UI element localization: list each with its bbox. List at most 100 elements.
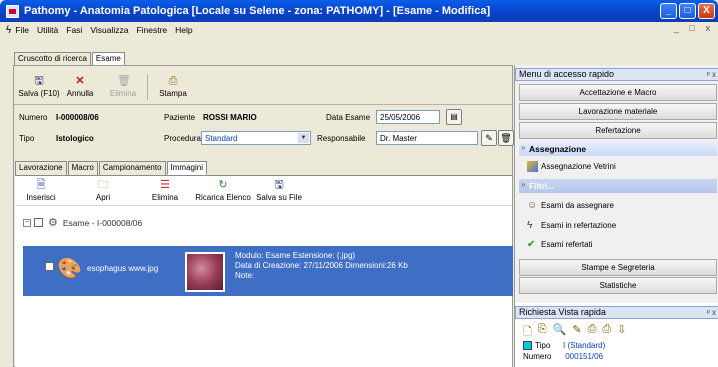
save-to-file-button[interactable]: 🖫 Salva su File xyxy=(253,179,305,203)
tab-campionamento[interactable]: Campionamento xyxy=(98,161,166,175)
print-icon[interactable]: ⎙ xyxy=(588,323,597,342)
quick-view-numero: Numero 000151/06 xyxy=(523,352,604,361)
floppy-icon: 🖫 xyxy=(34,75,44,87)
floppy-icon: 🖫 xyxy=(274,179,284,191)
exam-icon: ⚙ xyxy=(48,217,58,229)
open-image-button[interactable]: 🗀 Apri xyxy=(83,179,123,203)
delete-list-icon: ☰ xyxy=(160,179,170,191)
delete-responsabile-button[interactable]: 🗑 xyxy=(498,130,514,146)
procedura-label: Procedura xyxy=(164,134,201,143)
printer-icon: ⎙ xyxy=(168,75,178,87)
minimize-button[interactable]: _ xyxy=(660,3,677,19)
numero-value: I-000008/06 xyxy=(56,113,99,122)
folder-icon: 🗀 xyxy=(97,179,109,191)
responsabile-label: Responsabile xyxy=(317,134,366,143)
nav-stampe[interactable]: Stampe e Segreteria xyxy=(519,259,717,276)
export-icon[interactable]: ⇩ xyxy=(617,323,626,342)
app-menu-icon[interactable]: ϟ xyxy=(6,25,11,36)
procedura-select[interactable]: Standard ▼ xyxy=(201,131,311,145)
color-swatch xyxy=(523,341,532,350)
filter-esami-in-refertazione[interactable]: ϟ Esami in refertazione xyxy=(527,220,616,231)
quick-menu-header: Menu di accesso rapido ᵖ x xyxy=(515,68,718,81)
menu-utilita[interactable]: Utilità xyxy=(37,25,58,35)
calendar-icon: ▤ xyxy=(450,112,458,121)
tab-cruscotto[interactable]: Cruscotto di ricerca xyxy=(14,52,91,65)
exam-sub-tabs: Lavorazione Macro Campionamento Immagini xyxy=(15,161,208,175)
delete-button[interactable]: 🗑 Elimina xyxy=(100,75,146,99)
numero-label: Numero xyxy=(19,113,48,122)
group-assegnazione[interactable]: Assegnazione xyxy=(519,141,717,156)
close-button[interactable]: X xyxy=(698,3,715,19)
pin-icon[interactable]: ᵖ x xyxy=(707,69,716,80)
group-filtri[interactable]: Filtri... xyxy=(519,178,717,193)
document-tabs: Cruscotto di ricerca Esame xyxy=(14,52,126,65)
x-icon: ✕ xyxy=(75,75,85,87)
quick-view-tipo: Tipo I (Standard) xyxy=(523,341,605,350)
responsabile-input[interactable]: Dr. Master xyxy=(376,131,478,145)
image-info: Modulo: Esame Estensione: (.jpg) Data di… xyxy=(235,251,408,280)
image-checkbox[interactable] xyxy=(45,262,54,271)
tab-immagini[interactable]: Immagini xyxy=(166,161,207,175)
window-title: Pathomy - Anatomia Patologica [Locale su… xyxy=(24,5,491,17)
lightning-icon: ϟ xyxy=(527,220,533,231)
quick-access-pane: Menu di accesso rapido ᵖ x Accettazione … xyxy=(514,65,718,367)
menu-bar: ϟ File Utilità Fasi Visualizza Finestre … xyxy=(0,22,718,38)
menu-visualizza[interactable]: Visualizza xyxy=(90,25,128,35)
reload-icon: ↻ xyxy=(218,179,228,191)
paziente-value: ROSSI MARIO xyxy=(203,113,257,122)
calendar-button[interactable]: ▤ xyxy=(446,109,462,125)
image-filename: esophagus www.jpg xyxy=(87,264,159,273)
pin-icon[interactable]: ᵖ x xyxy=(707,307,716,318)
tree-root[interactable]: − ⚙ Esame - I-000008/06 xyxy=(23,216,142,229)
quick-view-panel: Richiesta Vista rapida ᵖ x 🗋 ⎘ 🔍 ✎ ⎙ ⎙ ⇩… xyxy=(515,303,718,367)
edit-doc-icon[interactable]: ✎ xyxy=(572,323,581,342)
new-doc-icon[interactable]: 🗋 xyxy=(523,323,532,342)
nav-statistiche[interactable]: Statistiche xyxy=(519,277,717,294)
maximize-button[interactable]: □ xyxy=(679,3,696,19)
menu-help[interactable]: Help xyxy=(175,25,192,35)
quick-view-toolbar: 🗋 ⎘ 🔍 ✎ ⎙ ⎙ ⇩ xyxy=(523,323,626,342)
expand-toggle[interactable]: − xyxy=(23,218,31,227)
menu-file[interactable]: File xyxy=(15,25,29,35)
trash-icon: 🗑 xyxy=(117,75,131,87)
search-doc-icon[interactable]: 🔍 xyxy=(553,323,567,342)
delete-image-button[interactable]: ☰ Elimina xyxy=(145,179,185,203)
app-icon xyxy=(6,4,19,18)
palette-icon: 🎨 xyxy=(57,258,82,280)
quick-view-header: Richiesta Vista rapida ᵖ x xyxy=(515,306,718,319)
tab-esame[interactable]: Esame xyxy=(91,52,125,65)
chevron-down-icon: ▼ xyxy=(298,133,309,143)
filter-esami-da-assegnare[interactable]: ☺ Esami da assegnare xyxy=(527,200,614,211)
tipo-label: Tipo xyxy=(19,134,35,143)
root-checkbox[interactable] xyxy=(34,218,43,227)
tab-macro[interactable]: Macro xyxy=(67,161,98,175)
print-preview-icon[interactable]: ⎙ xyxy=(602,323,611,342)
nav-refertazione[interactable]: Refertazione xyxy=(519,122,717,139)
link-assegnazione-vetrini[interactable]: Assegnazione Vetrini xyxy=(527,161,616,172)
data-esame-input[interactable]: 25/05/2006 xyxy=(376,110,440,124)
paziente-label: Paziente xyxy=(164,113,196,122)
window-title-bar: Pathomy - Anatomia Patologica [Locale su… xyxy=(0,0,718,22)
tree-root-label: Esame - I-000008/06 xyxy=(62,217,143,228)
edit-responsabile-button[interactable]: ✎ xyxy=(481,130,497,146)
insert-image-button[interactable]: 🗎 Inserisci xyxy=(19,180,63,203)
mdi-controls[interactable]: _ □ x xyxy=(674,23,714,33)
menu-finestre[interactable]: Finestre xyxy=(136,25,167,35)
nav-lavorazione[interactable]: Lavorazione materiale xyxy=(519,103,717,120)
images-panel: 🗎 Inserisci 🗀 Apri ☰ Elimina ↻ Ricarica … xyxy=(15,175,513,367)
image-thumbnail[interactable] xyxy=(185,252,225,292)
print-button[interactable]: ⎙ Stampa xyxy=(150,75,196,99)
exam-editor: 🖫 Salva (F10) ✕ Annulla 🗑 Elimina ⎙ Stam… xyxy=(13,65,514,367)
filter-esami-refertati[interactable]: ✔ Esami refertati xyxy=(527,239,593,250)
tab-lavorazione[interactable]: Lavorazione xyxy=(15,161,67,175)
reload-list-button[interactable]: ↻ Ricarica Elenco xyxy=(193,179,253,203)
save-button[interactable]: 🖫 Salva (F10) xyxy=(16,75,62,99)
tipo-value: Istologico xyxy=(56,134,94,143)
menu-fasi[interactable]: Fasi xyxy=(66,25,82,35)
copy-icon[interactable]: ⎘ xyxy=(538,323,547,342)
cancel-button[interactable]: ✕ Annulla xyxy=(57,75,103,99)
edit-icon: ✎ xyxy=(485,133,493,143)
nav-accettazione[interactable]: Accettazione e Macro xyxy=(519,84,717,101)
check-user-icon: ✔ xyxy=(527,239,536,250)
image-row[interactable]: 🎨 esophagus www.jpg Modulo: Esame Estens… xyxy=(23,246,513,296)
